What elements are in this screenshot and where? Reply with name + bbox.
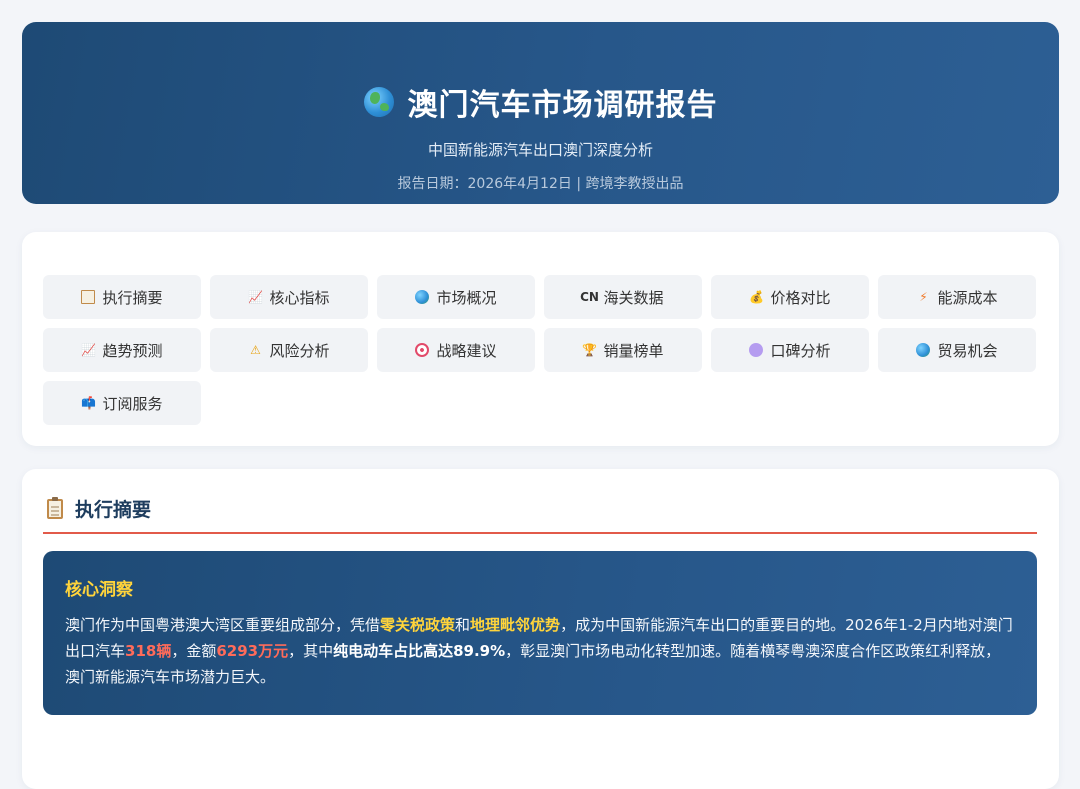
speech-bubble-icon xyxy=(749,343,764,357)
nav-item-price-compare[interactable]: 💰 价格对比 xyxy=(711,275,869,319)
nav-item-sales-ranking[interactable]: 🏆 销量榜单 xyxy=(544,328,702,372)
insight-title: 核心洞察 xyxy=(65,580,133,600)
nav-item-label: 风险分析 xyxy=(269,341,330,360)
cn-flag-icon: CN xyxy=(580,290,599,304)
highlight-vehicle-count: 318辆 xyxy=(125,642,172,660)
insight-text: 和 xyxy=(455,616,471,634)
money-bag-icon: 💰 xyxy=(749,290,764,304)
highlight-ev-share: 纯电动车占比高达89.9% xyxy=(333,642,506,660)
nav-item-label: 战略建议 xyxy=(436,341,497,360)
globe-icon xyxy=(916,343,931,357)
nav-item-label: 订阅服务 xyxy=(102,394,163,413)
nav-item-label: 贸易机会 xyxy=(937,341,998,360)
report-title: 澳门汽车市场调研报告 xyxy=(22,80,1059,124)
nav-item-label: 执行摘要 xyxy=(102,288,163,307)
clipboard-icon xyxy=(81,290,96,304)
nav-item-summary[interactable]: 执行摘要 xyxy=(43,275,201,319)
warning-icon: ⚠ xyxy=(250,343,261,357)
nav-item-risk-analysis[interactable]: ⚠ 风险分析 xyxy=(210,328,368,372)
trophy-icon: 🏆 xyxy=(582,343,597,357)
nav-item-market-overview[interactable]: 市场概况 xyxy=(377,275,535,319)
report-title-text: 澳门汽车市场调研报告 xyxy=(407,88,718,123)
globe-icon xyxy=(415,290,430,304)
nav-item-label: 销量榜单 xyxy=(603,341,664,360)
nav-item-trade-opportunity[interactable]: 贸易机会 xyxy=(878,328,1036,372)
globe-icon xyxy=(363,87,394,117)
chart-icon: 📈 xyxy=(248,290,263,304)
highlight-geography: 地理毗邻优势 xyxy=(470,616,561,634)
insight-body: 澳门作为中国粤港澳大湾区重要组成部分，凭借零关税政策和地理毗邻优势，成为中国新能… xyxy=(65,612,1015,690)
nav-item-label: 核心指标 xyxy=(269,288,330,307)
nav-item-label: 能源成本 xyxy=(937,288,998,307)
report-date: 报告日期：2026年4月12日 | 跨境李教授出品 xyxy=(397,176,684,192)
nav-item-trend-forecast[interactable]: 📈 趋势预测 xyxy=(43,328,201,372)
highlight-zero-tariff: 零关税政策 xyxy=(380,616,456,634)
target-icon xyxy=(415,343,430,357)
section-nav: 执行摘要 📈 核心指标 市场概况 CN 海关数据 💰 价格对比 ⚡ 能源成本 📈… xyxy=(22,232,1059,446)
mailbox-icon: 📫 xyxy=(81,396,96,410)
section-title-text: 执行摘要 xyxy=(75,499,152,521)
clipboard-icon xyxy=(47,496,63,519)
nav-item-strategy[interactable]: 战略建议 xyxy=(377,328,535,372)
nav-item-energy-cost[interactable]: ⚡ 能源成本 xyxy=(878,275,1036,319)
nav-item-core-metrics[interactable]: 📈 核心指标 xyxy=(210,275,368,319)
nav-item-customs-data[interactable]: CN 海关数据 xyxy=(544,275,702,319)
chart-icon: 📈 xyxy=(81,343,96,357)
nav-item-label: 市场概况 xyxy=(436,288,497,307)
section-title: 执行摘要 xyxy=(47,495,151,522)
report-header: 澳门汽车市场调研报告 中国新能源汽车出口澳门深度分析 报告日期：2026年4月1… xyxy=(22,22,1059,204)
insight-text: 澳门作为中国粤港澳大湾区重要组成部分，凭借 xyxy=(65,616,381,634)
nav-item-subscription[interactable]: 📫 订阅服务 xyxy=(43,381,201,425)
report-subtitle: 中国新能源汽车出口澳门深度分析 xyxy=(427,141,653,159)
executive-summary-section: 执行摘要 核心洞察 澳门作为中国粤港澳大湾区重要组成部分，凭借零关税政策和地理毗… xyxy=(22,469,1059,789)
insight-text: ，金额 xyxy=(171,642,217,660)
highlight-amount: 6293万元 xyxy=(216,642,289,660)
nav-item-label: 口碑分析 xyxy=(770,341,831,360)
nav-item-reputation[interactable]: 口碑分析 xyxy=(711,328,869,372)
insight-text: ，其中 xyxy=(288,642,334,660)
section-divider xyxy=(43,532,1037,534)
nav-item-label: 海关数据 xyxy=(603,288,664,307)
core-insight-box: 核心洞察 澳门作为中国粤港澳大湾区重要组成部分，凭借零关税政策和地理毗邻优势，成… xyxy=(43,551,1037,715)
nav-item-label: 价格对比 xyxy=(770,288,831,307)
nav-item-label: 趋势预测 xyxy=(102,341,163,360)
lightning-icon: ⚡ xyxy=(919,290,928,304)
